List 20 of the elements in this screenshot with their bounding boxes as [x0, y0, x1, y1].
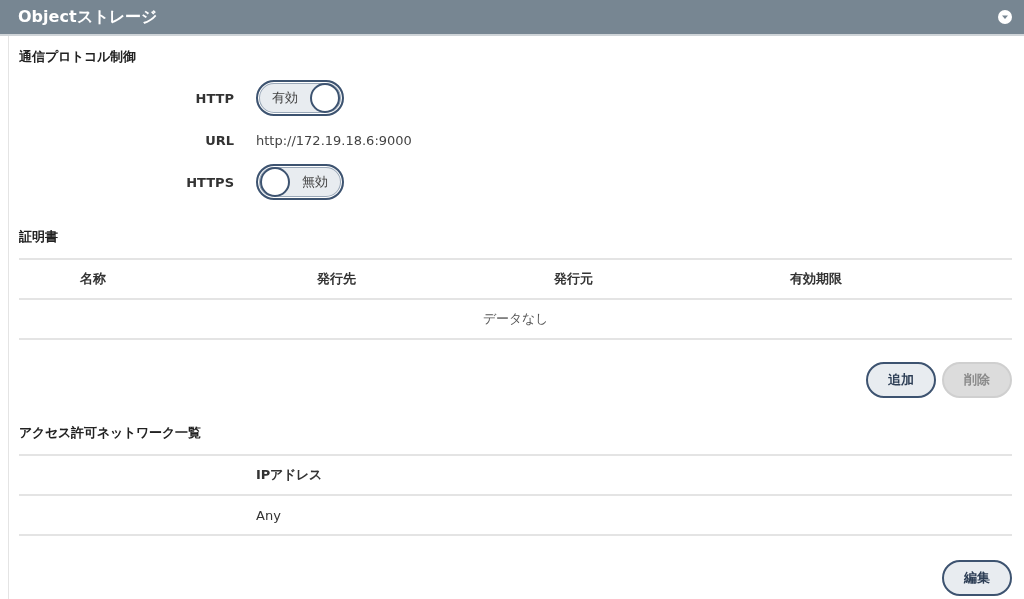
section-heading: 証明書 [19, 228, 59, 246]
column-header: 発行先 [167, 260, 505, 300]
action-button[interactable]: 追加 [866, 362, 936, 398]
collapse-icon[interactable] [998, 10, 1012, 24]
column-header: 発行元 [505, 260, 641, 300]
edit-button[interactable]: 編集 [942, 560, 1012, 596]
column-header: 有効期限 [641, 260, 991, 300]
table-cell: Any [19, 496, 1012, 536]
url-text: http://172.19.18.6:9000 [256, 132, 413, 148]
section-heading: アクセス許可ネットワーク一覧 [19, 424, 202, 442]
toggle-switch[interactable]: 有効 [256, 80, 344, 116]
column-header: IPアドレス [19, 456, 1012, 496]
column-header: 名称 [19, 260, 167, 300]
section-heading: 通信プロトコル制御 [19, 48, 137, 66]
panel-title: Objectストレージ [18, 6, 157, 28]
field-label: URL [204, 132, 234, 148]
field-label: HTTP [194, 90, 234, 106]
toggle-switch[interactable]: 無効 [256, 164, 344, 200]
field-label: HTTPS [185, 174, 234, 190]
empty-message: データなし [19, 300, 1012, 340]
